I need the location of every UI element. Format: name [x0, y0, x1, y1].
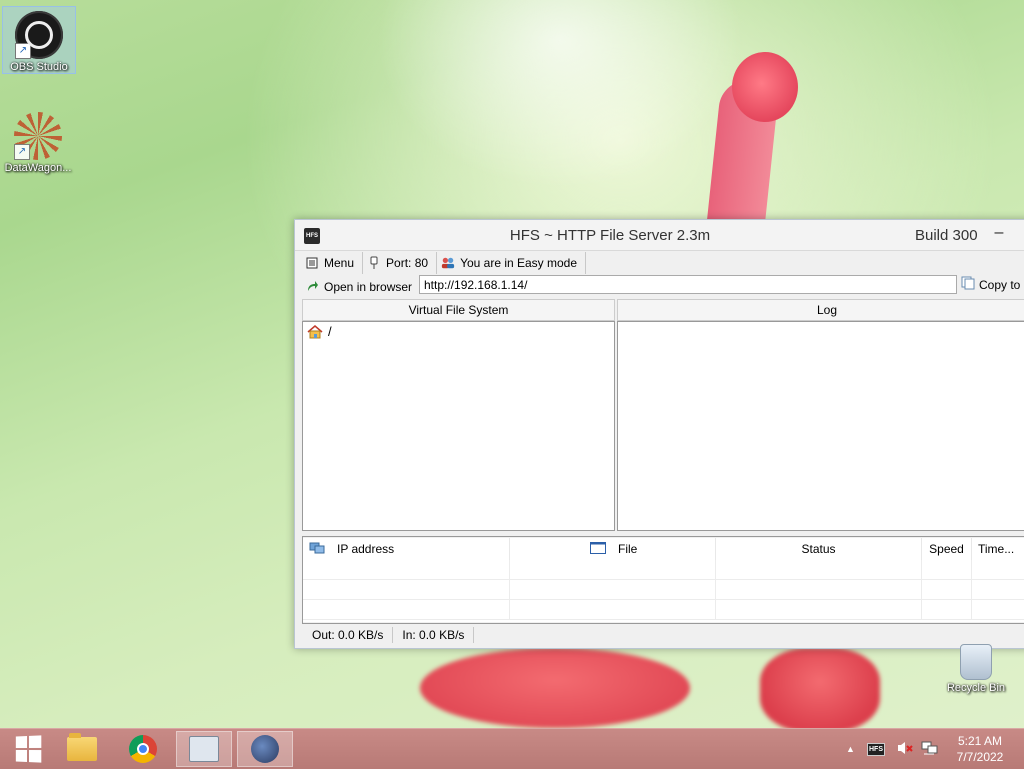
column-ip-address[interactable]: IP address: [303, 538, 510, 560]
copy-icon: [961, 276, 975, 293]
copy-to-clipboard-button[interactable]: Copy to: [961, 275, 1020, 294]
menu-icon: [305, 256, 319, 270]
chrome-icon: [129, 735, 157, 763]
connections-body: [303, 560, 1024, 622]
build-label: Build 300: [915, 227, 978, 244]
file-icon: [590, 541, 608, 557]
vfs-root-label: /: [328, 324, 332, 339]
taskbar: ▲ HFS 5:21 AM 7/7/2022: [0, 728, 1024, 769]
vfs-panel[interactable]: /: [302, 321, 615, 531]
out-speed: Out: 0.0 KB/s: [303, 627, 394, 643]
network-button[interactable]: [921, 729, 939, 769]
desktop-icon-label: Recycle Bin: [946, 682, 1006, 694]
desktop-icon-label: OBS Studio: [10, 61, 68, 73]
desktop-icon-label: DataWagon...: [4, 162, 72, 174]
mode-button[interactable]: You are in Easy mode: [437, 252, 587, 274]
network-computer-icon: [309, 541, 327, 558]
main-toolbar: Menu Port: 80 You are in Easy mode: [295, 250, 1024, 275]
show-hidden-icons-button[interactable]: ▲: [846, 729, 855, 769]
column-label: Speed: [929, 542, 964, 556]
desktop-icon-obs-studio[interactable]: ↗ OBS Studio: [2, 6, 76, 74]
wallpaper-flower-bud: [732, 52, 798, 122]
list-row: [303, 580, 1024, 600]
taskbar-hfs[interactable]: [237, 731, 293, 767]
open-in-browser-button[interactable]: Open in browser: [301, 276, 420, 298]
menu-button[interactable]: Menu: [301, 252, 364, 274]
speaker-muted-icon: [896, 740, 914, 759]
open-in-browser-label: Open in browser: [324, 280, 413, 294]
status-bar: Out: 0.0 KB/s In: 0.0 KB/s: [303, 624, 1024, 646]
list-row: [303, 600, 1024, 620]
taskbar-resource-monitor[interactable]: [176, 731, 232, 767]
log-header: Log: [617, 299, 1024, 321]
wallpaper-petal: [760, 648, 880, 732]
start-button[interactable]: [0, 731, 56, 767]
volume-button[interactable]: [896, 729, 914, 769]
clock-date: 7/7/2022: [956, 750, 1004, 764]
column-time[interactable]: Time...: [972, 538, 1024, 560]
hfs-tray-icon: HFS: [867, 742, 885, 756]
shortcut-arrow-icon: ↗: [14, 144, 30, 160]
users-icon: [441, 256, 455, 270]
wallpaper-petal: [420, 648, 690, 728]
datawagon-icon: ↗: [14, 112, 62, 160]
column-speed[interactable]: Speed: [922, 538, 972, 560]
menu-label: Menu: [324, 256, 355, 270]
port-icon: [367, 256, 381, 270]
column-label: IP address: [337, 542, 395, 556]
clock[interactable]: 5:21 AM 7/7/2022: [948, 733, 1012, 765]
list-row: [303, 560, 1024, 580]
recycle-bin-icon: [960, 644, 992, 680]
minimize-button[interactable]: –: [987, 224, 1011, 246]
port-button[interactable]: Port: 80: [363, 252, 438, 274]
column-status[interactable]: Status: [716, 538, 922, 560]
network-icon: [921, 740, 939, 759]
vfs-header: Virtual File System: [302, 299, 615, 321]
title-bar[interactable]: HFS HFS ~ HTTP File Server 2.3m Build 30…: [295, 220, 1024, 250]
open-browser-icon: [305, 280, 319, 294]
column-label: Status: [801, 542, 836, 556]
home-folder-icon: [307, 324, 323, 339]
obs-studio-icon: ↗: [15, 11, 63, 59]
mode-label: You are in Easy mode: [460, 256, 578, 270]
url-field[interactable]: http://192.168.1.14/: [419, 275, 957, 294]
shortcut-arrow-icon: ↗: [15, 43, 31, 59]
taskbar-file-explorer[interactable]: [54, 731, 110, 767]
tray-hfs[interactable]: HFS: [867, 729, 885, 769]
resource-monitor-icon: [189, 736, 219, 762]
taskbar-chrome[interactable]: [115, 731, 171, 767]
hfs-taskbar-icon: [251, 735, 279, 763]
clock-time: 5:21 AM: [957, 734, 1003, 748]
desktop-icon-datawagon[interactable]: ↗ DataWagon...: [2, 108, 74, 178]
port-label: Port: 80: [386, 256, 429, 270]
in-speed: In: 0.0 KB/s: [393, 627, 475, 643]
hfs-window: HFS HFS ~ HTTP File Server 2.3m Build 30…: [294, 219, 1024, 649]
column-label: File: [618, 542, 638, 556]
vfs-root-item[interactable]: /: [307, 324, 332, 339]
file-explorer-icon: [67, 733, 97, 761]
windows-start-icon: [15, 735, 42, 763]
copy-to-label: Copy to: [979, 277, 1021, 292]
column-label: Time...: [978, 542, 1015, 556]
connections-header: IP address File Status Speed Time...: [303, 538, 1024, 561]
column-file[interactable]: File: [510, 538, 716, 560]
log-panel[interactable]: [617, 321, 1024, 531]
desktop-icon-recycle-bin[interactable]: Recycle Bin: [940, 644, 1012, 694]
